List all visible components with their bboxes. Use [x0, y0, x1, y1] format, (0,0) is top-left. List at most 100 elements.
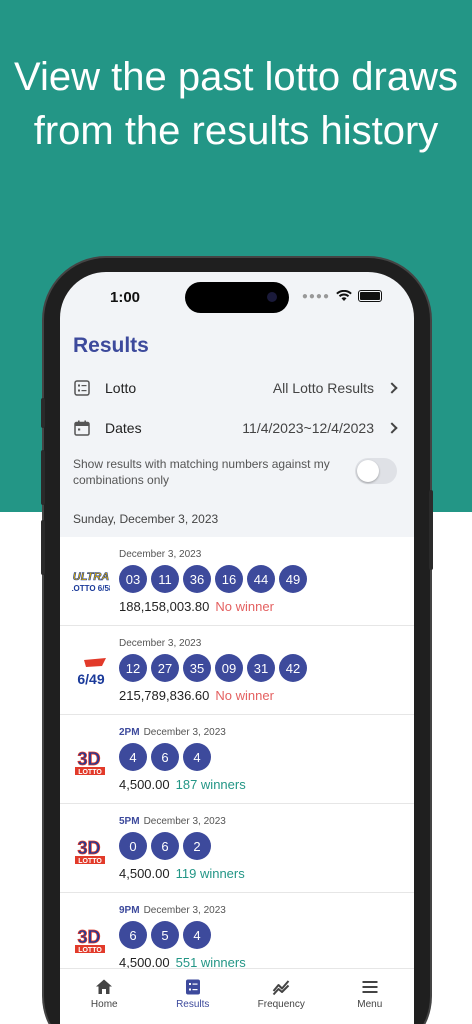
draw-info: 2PM December 3, 2023 [119, 727, 226, 738]
phone-side-button [41, 520, 45, 575]
dates-filter-row[interactable]: Dates 11/4/2023~12/4/2023 [60, 408, 414, 448]
number-ball: 12 [119, 654, 147, 682]
number-ball: 03 [119, 565, 147, 593]
dates-filter-label: Dates [105, 420, 142, 436]
prize-amount: 4,500.00 [119, 777, 170, 792]
status-bar: 1:00 ●●●● [60, 272, 414, 326]
svg-text:3D: 3D [77, 838, 100, 858]
svg-text:LOTTO 6/58: LOTTO 6/58 [72, 584, 110, 593]
tab-label: Results [176, 999, 210, 1010]
battery-icon [358, 290, 382, 302]
phone-side-button [41, 398, 45, 428]
draw-time: 9PM [119, 905, 140, 916]
lotto-filter-value: All Lotto Results [272, 380, 374, 396]
winning-numbers: 4 6 4 [119, 743, 211, 771]
list-icon [74, 380, 90, 396]
draw-date: December 3, 2023 [143, 816, 226, 827]
promo-headline: View the past lotto draws from the resul… [14, 55, 458, 153]
status-icons: ●●●● [302, 290, 382, 302]
frequency-icon [272, 980, 290, 996]
results-list: ULTRA LOTTO 6/58 December 3, 2023 03 11 … [60, 537, 414, 982]
svg-text:3D: 3D [77, 749, 100, 769]
tab-label: Home [90, 999, 118, 1010]
svg-text:ULTRA: ULTRA [73, 571, 110, 583]
app-screen: 1:00 ●●●● Results Lotto All Lotto Result… [60, 272, 414, 1024]
winner-status: No winner [215, 688, 274, 703]
winner-status: No winner [215, 599, 274, 614]
lotto-filter-label: Lotto [105, 380, 137, 396]
dates-filter-value: 11/4/2023~12/4/2023 [242, 420, 374, 436]
results-icon [185, 979, 200, 995]
jackpot-amount: 188,158,003.80 [119, 599, 210, 614]
page-title: Results [73, 334, 149, 357]
winning-numbers: 6 5 4 [119, 921, 211, 949]
tab-menu[interactable]: Menu [326, 969, 415, 1024]
number-ball: 4 [183, 743, 211, 771]
wifi-icon [336, 290, 352, 301]
number-ball: 2 [183, 832, 211, 860]
number-ball: 11 [151, 565, 179, 593]
number-ball: 6 [151, 832, 179, 860]
prize-line: 4,500.00 187 winners [119, 777, 246, 792]
draw-date: December 3, 2023 [119, 638, 202, 649]
tab-results[interactable]: Results [149, 969, 238, 1024]
result-card[interactable]: 6/49 December 3, 2023 12 27 35 09 31 42 … [60, 626, 414, 715]
svg-text:LOTTO: LOTTO [78, 947, 102, 954]
draw-date: December 3, 2023 [119, 549, 202, 560]
result-card[interactable]: ULTRA LOTTO 6/58 December 3, 2023 03 11 … [60, 537, 414, 626]
number-ball: 4 [183, 921, 211, 949]
number-ball: 5 [151, 921, 179, 949]
draw-date: December 3, 2023 [143, 905, 226, 916]
number-ball: 0 [119, 832, 147, 860]
bottom-tab-bar: Home Results Frequency Menu [60, 968, 414, 1024]
number-ball: 09 [215, 654, 243, 682]
svg-text:6/49: 6/49 [77, 671, 104, 687]
3d-lotto-logo: 3D LOTTO [75, 749, 105, 776]
matching-toggle[interactable] [355, 458, 397, 484]
number-ball: 31 [247, 654, 275, 682]
lotto-filter-row[interactable]: Lotto All Lotto Results [60, 368, 414, 408]
prize-line: 4,500.00 119 winners [119, 866, 245, 881]
prize-line: 215,789,836.60 No winner [119, 688, 274, 703]
result-card[interactable]: 3D LOTTO 2PM December 3, 2023 4 6 4 4,500… [60, 715, 414, 804]
number-ball: 36 [183, 565, 211, 593]
number-ball: 6 [151, 743, 179, 771]
tab-home[interactable]: Home [60, 969, 149, 1024]
tab-frequency[interactable]: Frequency [237, 969, 326, 1024]
camera-icon [267, 292, 277, 302]
date-section-header: Sunday, December 3, 2023 [73, 512, 219, 526]
tab-label: Frequency [257, 999, 305, 1010]
3d-lotto-logo: 3D LOTTO [75, 927, 105, 954]
phone-power-button [429, 490, 433, 570]
draw-info: 9PM December 3, 2023 [119, 905, 226, 916]
home-icon [96, 979, 113, 994]
number-ball: 44 [247, 565, 275, 593]
number-ball: 42 [279, 654, 307, 682]
winner-count: 119 winners [175, 866, 245, 881]
matching-toggle-label: Show results with matching numbers again… [73, 457, 330, 487]
tab-label: Menu [357, 999, 383, 1010]
number-ball: 16 [215, 565, 243, 593]
chevron-right-icon [386, 382, 398, 394]
result-card[interactable]: 3D LOTTO 5PM December 3, 2023 0 6 2 4,500… [60, 804, 414, 893]
prize-line: 188,158,003.80 No winner [119, 599, 274, 614]
winning-numbers: 12 27 35 09 31 42 [119, 654, 307, 682]
signal-icon: ●●●● [301, 290, 330, 302]
ultra-lotto-6-58-logo: ULTRA LOTTO 6/58 [72, 571, 110, 593]
3d-lotto-logo: 3D LOTTO [75, 838, 105, 865]
draw-time: 2PM [119, 727, 140, 738]
phone-side-button [41, 450, 45, 505]
chevron-right-icon [386, 422, 398, 434]
draw-date: December 3, 2023 [143, 727, 226, 738]
menu-icon [362, 981, 378, 993]
toggle-knob [357, 460, 379, 482]
number-ball: 4 [119, 743, 147, 771]
calendar-icon [74, 420, 90, 436]
svg-text:LOTTO: LOTTO [78, 858, 102, 865]
number-ball: 35 [183, 654, 211, 682]
winning-numbers: 03 11 36 16 44 49 [119, 565, 307, 593]
draw-time: 5PM [119, 816, 140, 827]
dynamic-island [185, 282, 289, 313]
number-ball: 27 [151, 654, 179, 682]
svg-text:LOTTO: LOTTO [78, 769, 102, 776]
